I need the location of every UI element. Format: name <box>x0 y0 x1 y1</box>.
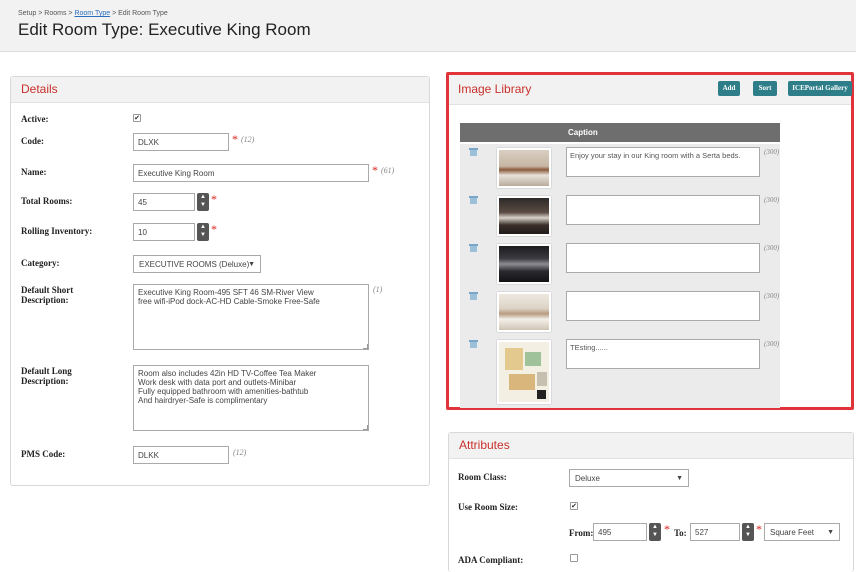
rolling-inventory-required-mark: * <box>211 222 217 236</box>
size-to-stepper[interactable]: ▲ ▼ <box>742 523 754 541</box>
category-select-value: EXECUTIVE ROOMS (Deluxe) <box>139 260 250 269</box>
caption-textarea[interactable] <box>566 291 760 321</box>
total-rooms-input[interactable]: 45 <box>133 193 195 211</box>
pms-code-char-count: (12) <box>233 448 247 457</box>
chevron-down-icon: ▼ <box>248 261 255 268</box>
total-rooms-label: Total Rooms: <box>21 196 73 206</box>
trash-icon[interactable] <box>469 196 478 204</box>
breadcrumb: Setup > Rooms > Room Type > Edit Room Ty… <box>18 10 168 17</box>
trash-icon[interactable] <box>469 148 478 156</box>
rolling-inventory-label: Rolling Inventory: <box>21 226 93 236</box>
size-unit-select[interactable]: Square Feet ▼ <box>764 523 840 541</box>
size-from-input[interactable]: 495 <box>593 523 647 541</box>
image-library-panel: Image Library Add Sort ICEPortal Gallery… <box>446 72 854 410</box>
code-required-mark: * <box>232 132 238 146</box>
caption-char-count: (300) <box>764 292 780 300</box>
category-select[interactable]: EXECUTIVE ROOMS (Deluxe) ▼ <box>133 255 261 273</box>
sort-button[interactable]: Sort <box>753 81 777 96</box>
trash-icon[interactable] <box>469 244 478 252</box>
bedroom-photo <box>497 148 551 188</box>
long-description-textarea[interactable]: Room also includes 42in HD TV-Coffee Tea… <box>133 365 369 431</box>
long-description-resize-handle[interactable] <box>363 425 368 430</box>
details-heading: Details <box>11 77 429 103</box>
image-row: (300) <box>460 288 780 336</box>
ada-compliant-checkbox[interactable] <box>570 554 578 562</box>
rolling-inventory-stepper[interactable]: ▲ ▼ <box>197 223 209 241</box>
room-class-label: Room Class: <box>458 472 507 482</box>
size-from-required-mark: * <box>664 522 670 536</box>
caption-char-count: (300) <box>764 340 780 348</box>
bright-bedroom-photo <box>497 292 551 332</box>
name-label: Name: <box>21 167 47 177</box>
page-title: Edit Room Type: Executive King Room <box>18 20 311 39</box>
code-label: Code: <box>21 136 44 146</box>
room-class-select[interactable]: Deluxe ▼ <box>569 469 689 487</box>
short-description-textarea[interactable]: Executive King Room-495 SFT 46 SM-River … <box>133 284 369 350</box>
name-required-mark: * <box>372 163 378 177</box>
size-to-required-mark: * <box>756 522 762 536</box>
code-input[interactable]: DLXK <box>133 133 229 151</box>
name-input[interactable]: Executive King Room <box>133 164 369 182</box>
use-room-size-checkbox[interactable]: ✔ <box>570 502 578 510</box>
chevron-down-icon: ▼ <box>676 475 683 482</box>
caption-textarea[interactable]: Enjoy your stay in our King room with a … <box>566 147 760 177</box>
attributes-heading: Attributes <box>449 433 853 459</box>
breadcrumb-setup: Setup <box>18 10 37 17</box>
image-library-heading: Image Library <box>458 82 532 96</box>
breadcrumb-current: Edit Room Type <box>118 10 168 17</box>
trash-icon[interactable] <box>469 292 478 300</box>
caption-char-count: (300) <box>764 148 780 156</box>
caption-textarea[interactable] <box>566 195 760 225</box>
active-label: Active: <box>21 114 49 124</box>
floor-plan <box>497 340 551 404</box>
add-button[interactable]: Add <box>718 81 740 96</box>
use-room-size-label: Use Room Size: <box>458 502 518 512</box>
active-checkbox[interactable]: ✔ <box>133 114 141 122</box>
rolling-inventory-input[interactable]: 10 <box>133 223 195 241</box>
breadcrumb-room-type-link[interactable]: Room Type <box>74 10 110 17</box>
image-row: Enjoy your stay in our King room with a … <box>460 144 780 192</box>
category-label: Category: <box>21 258 60 268</box>
short-description-char-count: (1) <box>373 285 383 294</box>
total-rooms-stepper[interactable]: ▲ ▼ <box>197 193 209 211</box>
size-from-stepper[interactable]: ▲ ▼ <box>649 523 661 541</box>
long-description-label: Default Long Description: <box>21 366 72 386</box>
caption-textarea[interactable]: TEsting...... <box>566 339 760 369</box>
chevron-down-icon: ▼ <box>827 529 834 536</box>
pms-code-label: PMS Code: <box>21 449 66 459</box>
size-to-input[interactable]: 527 <box>690 523 740 541</box>
size-unit-value: Square Feet <box>770 528 815 537</box>
room-class-select-value: Deluxe <box>575 474 600 483</box>
caption-char-count: (300) <box>764 196 780 204</box>
image-row: TEsting...... (300) <box>460 336 780 408</box>
caption-textarea[interactable] <box>566 243 760 273</box>
short-description-label: Default Short Description: <box>21 285 74 305</box>
attributes-panel: Attributes Room Class: Deluxe ▼ Use Room… <box>448 432 854 572</box>
breadcrumb-rooms: Rooms <box>44 10 67 17</box>
pms-code-input[interactable]: DLKK <box>133 446 229 464</box>
short-description-resize-handle[interactable] <box>363 344 368 349</box>
code-char-count: (12) <box>241 135 255 144</box>
lounge-photo <box>497 244 551 284</box>
image-row: (300) <box>460 240 780 288</box>
name-char-count: (61) <box>381 166 395 175</box>
size-to-label: To: <box>674 528 687 538</box>
details-panel: Details Active: ✔ Code: DLXK * (12) Name… <box>10 76 430 486</box>
caption-char-count: (300) <box>764 244 780 252</box>
size-from-label: From: <box>569 528 594 538</box>
total-rooms-required-mark: * <box>211 192 217 206</box>
trash-icon[interactable] <box>469 340 478 348</box>
page-header: Setup > Rooms > Room Type > Edit Room Ty… <box>0 0 856 52</box>
caption-column-header: Caption <box>460 123 780 142</box>
living-room-photo <box>497 196 551 236</box>
iceportal-gallery-button[interactable]: ICEPortal Gallery <box>788 81 852 96</box>
image-row: (300) <box>460 192 780 240</box>
